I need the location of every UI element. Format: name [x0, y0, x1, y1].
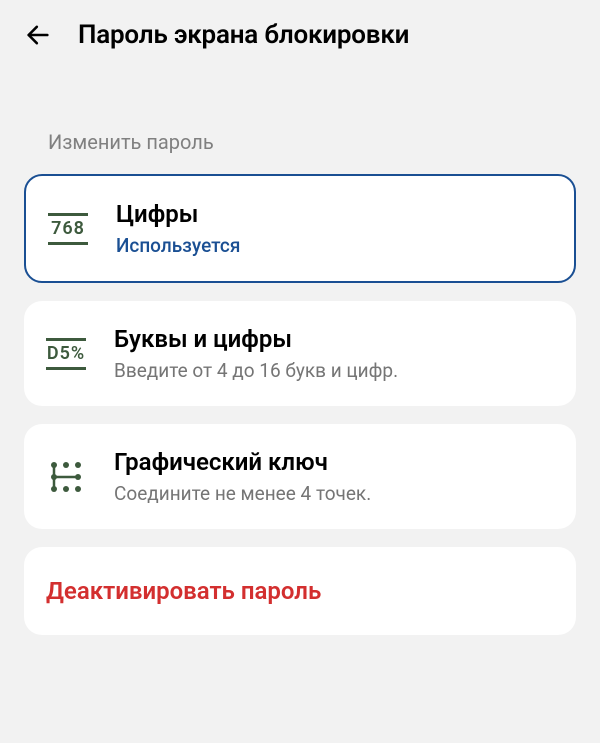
page-title: Пароль экрана блокировки: [78, 20, 409, 50]
option-title: Графический ключ: [114, 448, 554, 476]
option-subtitle: Соедините не менее 4 точек.: [114, 482, 554, 505]
numeric-icon: 768: [46, 207, 90, 251]
options-list: 768 Цифры Используется D5% Буквы и цифры…: [0, 174, 600, 635]
option-numeric[interactable]: 768 Цифры Используется: [24, 174, 576, 283]
back-arrow-icon[interactable]: [24, 21, 52, 49]
deactivate-label: Деактивировать пароль: [46, 577, 554, 605]
option-title: Цифры: [116, 200, 552, 228]
deactivate-button[interactable]: Деактивировать пароль: [24, 547, 576, 635]
option-subtitle: Используется: [116, 234, 552, 257]
pattern-icon: [44, 455, 88, 499]
option-subtitle: Введите от 4 до 16 букв и цифр.: [114, 359, 554, 382]
option-pattern[interactable]: Графический ключ Соедините не менее 4 то…: [24, 424, 576, 529]
section-label: Изменить пароль: [0, 72, 600, 174]
alphanumeric-icon: D5%: [44, 332, 88, 376]
header: Пароль экрана блокировки: [0, 0, 600, 72]
option-title: Буквы и цифры: [114, 325, 554, 353]
option-alphanumeric[interactable]: D5% Буквы и цифры Введите от 4 до 16 бук…: [24, 301, 576, 406]
